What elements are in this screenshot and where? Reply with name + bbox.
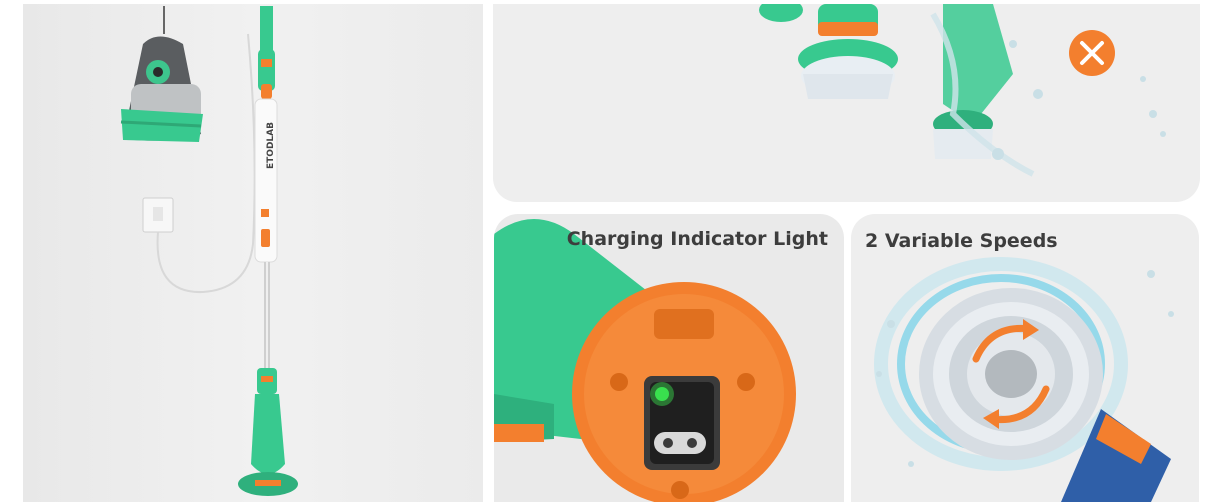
check-circle-icon [759,4,803,22]
waterproof-illustration [759,4,1166,177]
brush-head-dry [798,4,898,99]
indicator-light [655,387,669,401]
charging-indicator-photo: Charging Indicator Light [494,214,844,502]
spinning-brush-illustration [874,257,1174,502]
variable-speeds-photo: 2 Variable Speeds [851,214,1199,502]
charging-port [644,376,720,470]
speeds-caption: 2 Variable Speeds [865,230,1058,252]
close-circle-icon [1069,30,1115,76]
brand-logo-text: ETODLAB [266,122,276,169]
brush-head-in-water [930,4,1166,177]
product-illustration: ETODLAB [23,4,483,502]
waterproof-comparison-photo [493,4,1200,202]
product-full-view-photo: ETODLAB [23,4,483,502]
charging-caption: Charging Indicator Light [566,228,828,250]
charging-port-illustration [494,219,796,502]
wall-outlet [142,197,174,233]
